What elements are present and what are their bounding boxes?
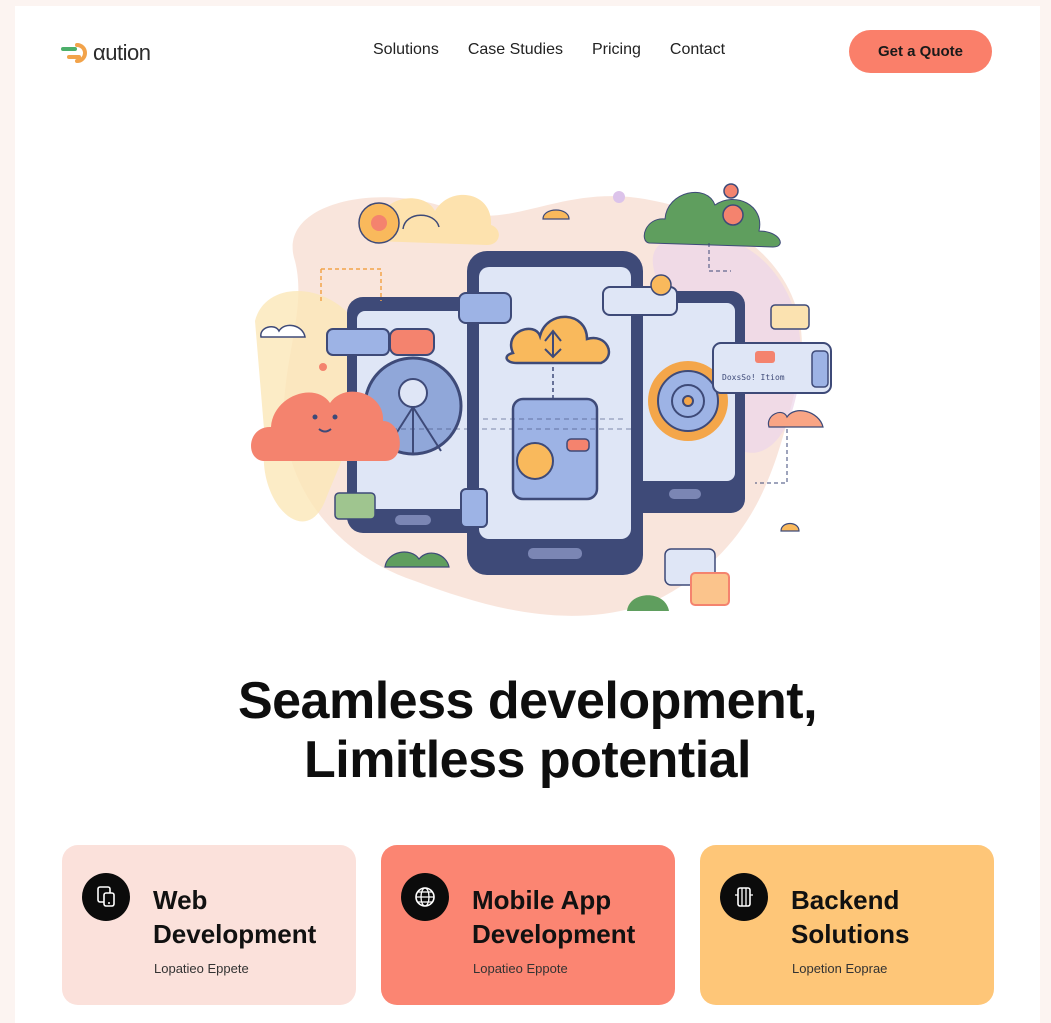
globe-chip-icon [401,873,449,921]
headline-line-1: Seamless development, [237,672,818,730]
card-subtitle: Lopatieo Eppete [154,961,249,976]
card-title: Mobile App Development [472,883,635,951]
card-title-line-2: Solutions [791,919,910,949]
card-title-line-1: Web [153,885,208,915]
card-title: Web Development [153,883,316,951]
get-quote-button[interactable]: Get a Quote [849,30,992,73]
nav-item-solutions[interactable]: Solutions [373,40,439,60]
info-card-label: DoxsSo! Itiom [722,373,785,382]
server-icon [720,873,768,921]
card-title-line-2: Development [153,919,317,949]
brand-logo[interactable]: αution [61,39,151,67]
hero-illustration: DoxsSo! Itiom [251,183,832,616]
dot-sun-icon [780,522,800,532]
card-mobile-app-development[interactable]: Mobile App Development Lopatieo Eppote [381,845,675,1005]
calendar-icon [690,572,730,606]
main-nav: Solutions Case Studies Pricing Contact [373,40,754,60]
small-cloud-icon [260,324,306,338]
small-cloud-icon [767,410,824,428]
card-title-line-1: Mobile App [472,885,612,915]
code-badge-icon [770,304,810,330]
hero-headline: Seamless development, Limitless potentia… [15,672,1040,790]
dot-icon [613,191,625,203]
card-small-icon [334,492,376,520]
nav-item-pricing[interactable]: Pricing [592,40,641,60]
brand-name: αution [93,40,151,65]
card-subtitle: Lopetion Eoprae [792,961,888,976]
nav-item-contact[interactable]: Contact [670,40,725,60]
nav-item-case-studies[interactable]: Case Studies [468,40,563,60]
dot-icon [319,363,327,371]
card-title: Backend Solutions [791,883,909,951]
card-title-line-2: Development [472,919,636,949]
card-web-development[interactable]: Web Development Lopatieo Eppete [62,845,356,1005]
info-card: DoxsSo! Itiom [712,342,832,394]
page: αution Solutions Case Studies Pricing Co… [15,6,1040,1023]
card-title-line-1: Backend [791,885,900,915]
card-backend-solutions[interactable]: Backend Solutions Lopetion Eoprae [700,845,994,1005]
device-icon [82,873,130,921]
headline-line-2: Limitless potential [303,731,752,789]
flower-icon [358,202,400,244]
logo-mark-icon [61,43,87,63]
card-subtitle: Lopatieo Eppote [473,961,568,976]
